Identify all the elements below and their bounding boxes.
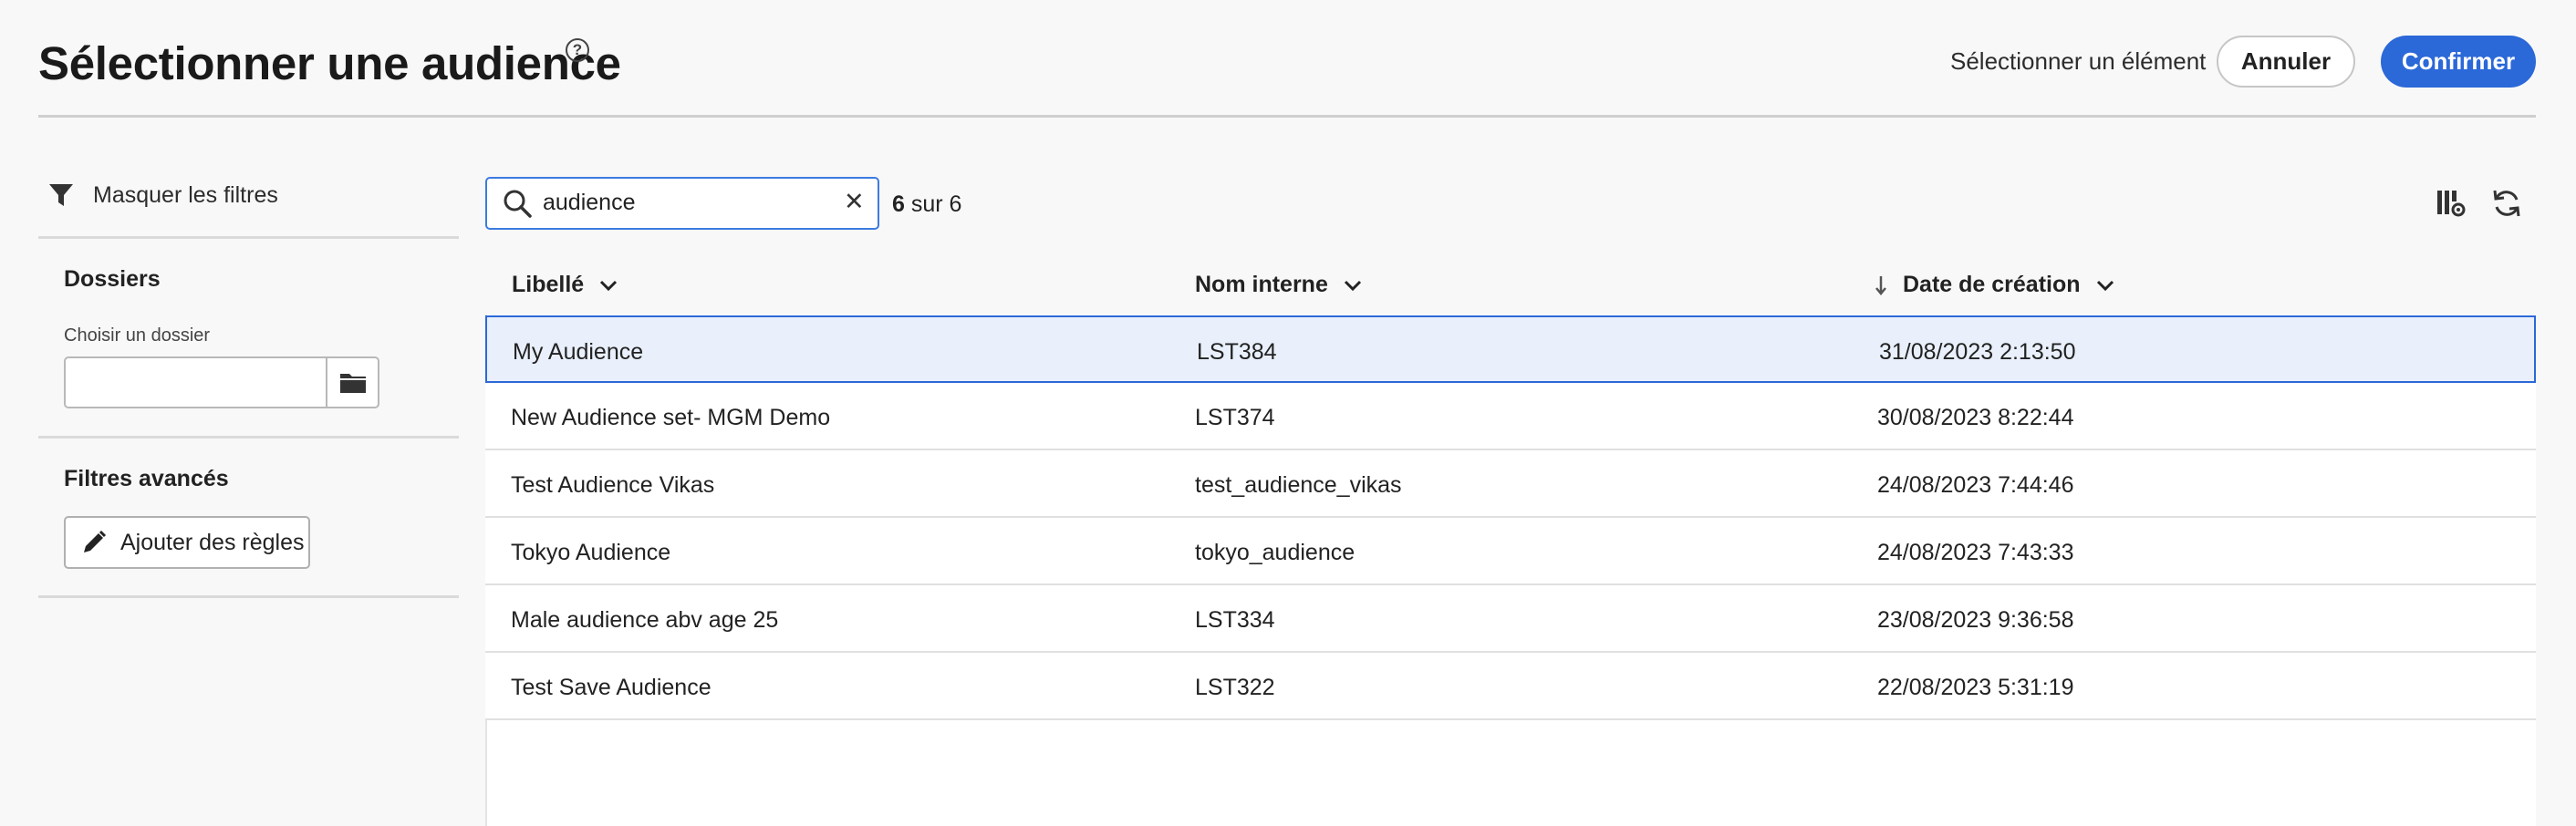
advanced-filters-title: Filtres avancés xyxy=(64,466,229,491)
cell-internal-name: LST374 xyxy=(1195,405,1275,430)
chevron-down-icon xyxy=(1344,280,1361,291)
result-count-total: 6 xyxy=(949,191,962,217)
header-divider xyxy=(38,115,2536,118)
cell-internal-name: LST384 xyxy=(1197,339,1277,365)
folder-field-label: Choisir un dossier xyxy=(64,325,211,346)
column-header-creation-date-text: Date de création xyxy=(1903,272,2081,297)
column-header-label-text: Libellé xyxy=(512,272,585,297)
chevron-down-icon xyxy=(2096,280,2114,291)
folder-input[interactable] xyxy=(64,356,327,408)
column-header-creation-date[interactable]: Date de création xyxy=(1874,272,2115,298)
column-header-internal-name-text: Nom interne xyxy=(1195,272,1328,297)
add-rules-label: Ajouter des règles xyxy=(120,529,305,555)
cell-label: Tokyo Audience xyxy=(511,540,671,565)
cell-creation-date: 24/08/2023 7:44:46 xyxy=(1877,472,2074,498)
table-row[interactable]: Test Audience Vikas test_audience_vikas … xyxy=(485,450,2536,518)
cell-creation-date: 30/08/2023 8:22:44 xyxy=(1877,405,2074,430)
column-header-internal-name[interactable]: Nom interne xyxy=(1195,272,1363,298)
filter-icon xyxy=(49,184,73,206)
browse-folder-button[interactable] xyxy=(326,356,379,408)
confirm-button[interactable]: Confirmer xyxy=(2381,36,2536,88)
cancel-button[interactable]: Annuler xyxy=(2217,36,2355,88)
panel-divider xyxy=(38,236,459,239)
table-row[interactable]: Male audience abv age 25 LST334 23/08/20… xyxy=(485,585,2536,653)
result-count: 6 sur 6 xyxy=(892,191,961,218)
cell-label: Test Audience Vikas xyxy=(511,472,715,498)
clear-search-icon[interactable]: ✕ xyxy=(844,188,865,215)
hide-filters-label: Masquer les filtres xyxy=(93,181,278,208)
search-icon xyxy=(502,188,533,223)
cell-label: New Audience set- MGM Demo xyxy=(511,405,831,430)
cell-creation-date: 22/08/2023 5:31:19 xyxy=(1877,675,2074,700)
cell-creation-date: 24/08/2023 7:43:33 xyxy=(1877,540,2074,565)
selection-status: Sélectionner un élément xyxy=(1950,47,2207,75)
sort-arrow-down-icon xyxy=(1875,275,1886,295)
cell-internal-name: LST322 xyxy=(1195,675,1275,700)
folder-icon xyxy=(339,373,366,393)
cell-internal-name: test_audience_vikas xyxy=(1195,472,1402,498)
search-value[interactable]: audience xyxy=(543,190,635,216)
add-rules-button[interactable]: Ajouter des règles xyxy=(64,516,310,569)
cell-label: Male audience abv age 25 xyxy=(511,607,779,633)
cell-internal-name: tokyo_audience xyxy=(1195,540,1356,565)
cell-label: My Audience xyxy=(513,339,644,365)
folders-section-title: Dossiers xyxy=(64,266,161,292)
panel-divider xyxy=(38,436,459,439)
column-header-label[interactable]: Libellé xyxy=(512,272,618,298)
chevron-down-icon xyxy=(600,280,618,291)
table-row[interactable]: My Audience LST384 31/08/2023 2:13:50 xyxy=(485,315,2536,383)
table-row[interactable]: New Audience set- MGM Demo LST374 30/08/… xyxy=(485,383,2536,450)
result-count-shown: 6 xyxy=(892,191,905,217)
cell-internal-name: LST334 xyxy=(1195,607,1275,633)
pencil-icon xyxy=(84,530,107,552)
help-icon[interactable]: ? xyxy=(566,38,589,62)
table-row[interactable]: Test Save Audience LST322 22/08/2023 5:3… xyxy=(485,653,2536,720)
panel-divider xyxy=(38,595,459,598)
refresh-icon[interactable] xyxy=(2490,188,2523,223)
cell-creation-date: 23/08/2023 9:36:58 xyxy=(1877,607,2074,633)
result-count-sep: sur xyxy=(910,191,943,217)
cell-label: Test Save Audience xyxy=(511,675,712,700)
page-title: Sélectionner une audience xyxy=(38,37,621,89)
column-settings-icon[interactable] xyxy=(2436,188,2467,223)
table-row[interactable]: Tokyo Audience tokyo_audience 24/08/2023… xyxy=(485,518,2536,585)
cell-creation-date: 31/08/2023 2:13:50 xyxy=(1879,339,2076,365)
hide-filters-button[interactable]: Masquer les filtres xyxy=(47,181,278,209)
